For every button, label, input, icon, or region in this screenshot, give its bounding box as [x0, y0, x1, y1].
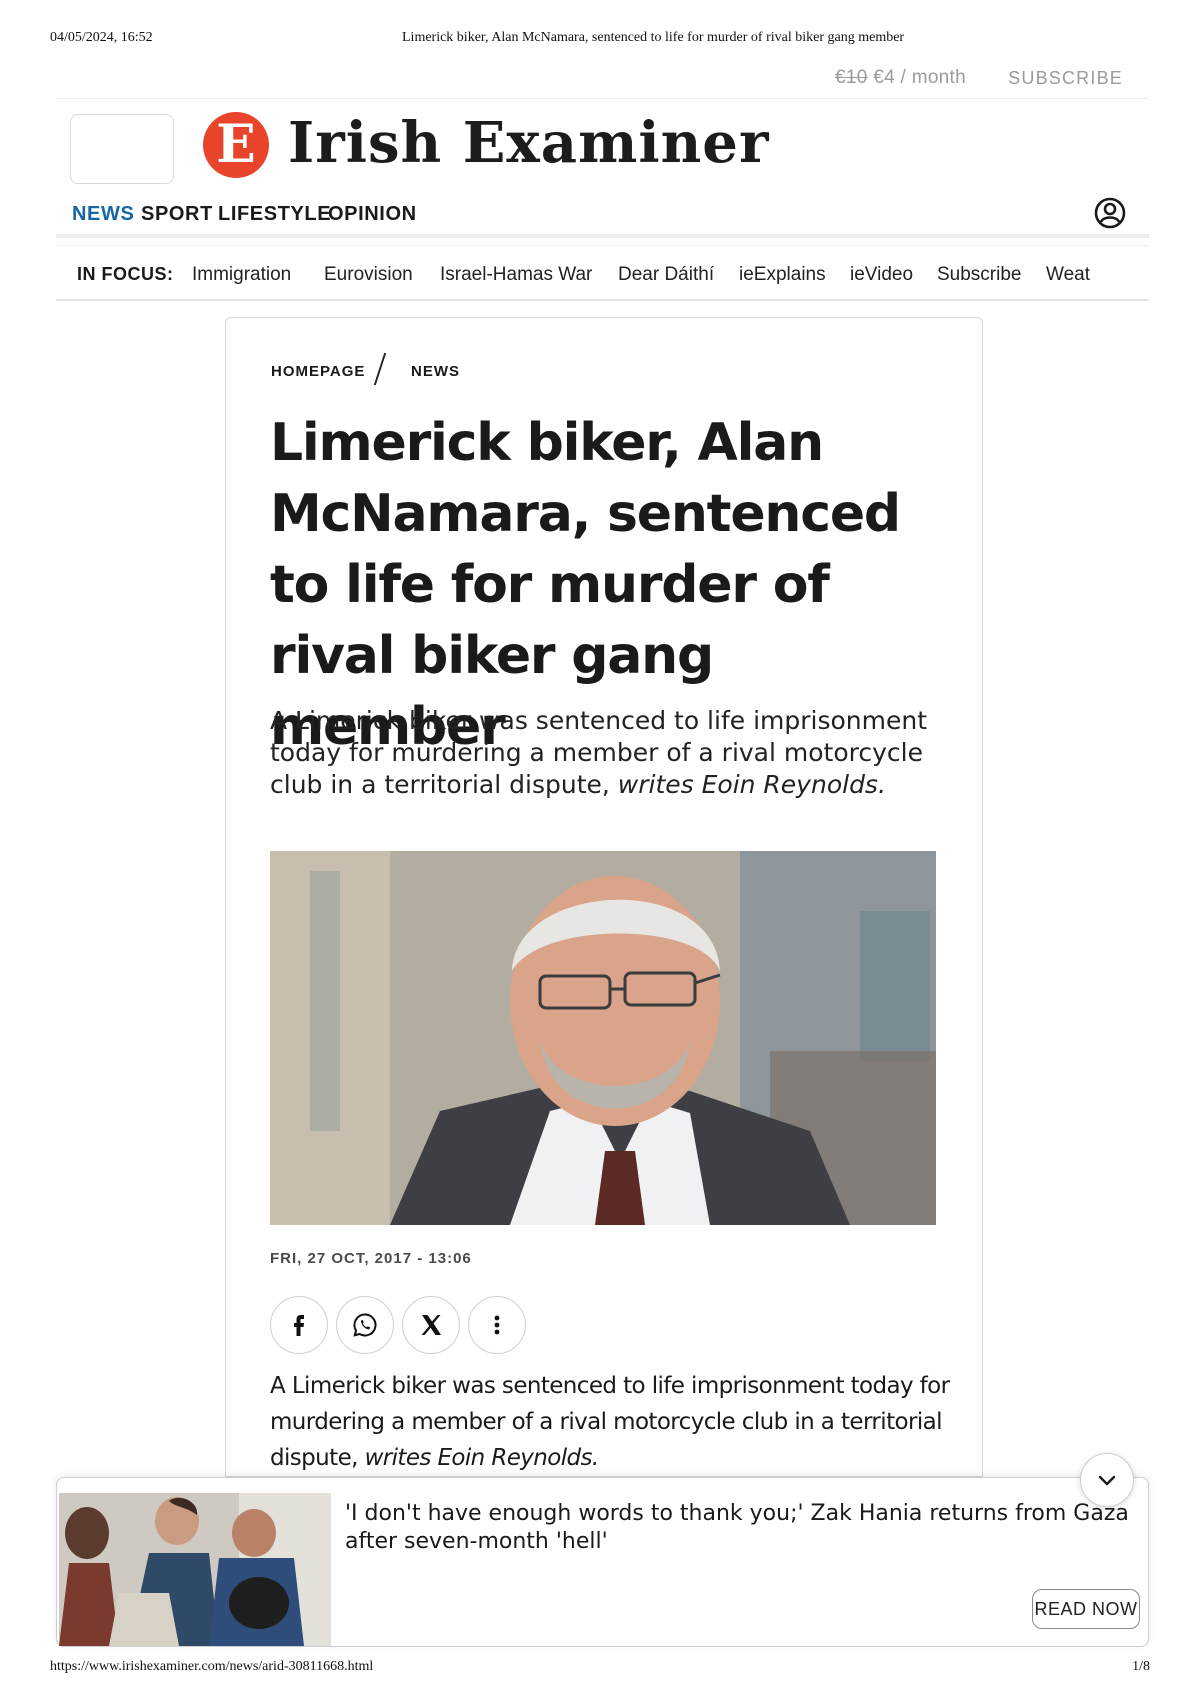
body-byline: writes Eoin Reynolds.	[364, 1445, 600, 1471]
subscribe-bar: €10 €4 / month SUBSCRIBE	[56, 65, 1149, 99]
user-icon[interactable]	[1093, 196, 1127, 230]
focus-item-eurovision[interactable]: Eurovision	[324, 264, 413, 286]
in-focus-bar: IN FOCUS: Immigration Eurovision Israel-…	[56, 245, 1149, 301]
recommended-story-title[interactable]: 'I don't have enough words to thank you;…	[345, 1500, 1141, 1556]
article-body-paragraph: A Limerick biker was sentenced to life i…	[270, 1368, 950, 1476]
breadcrumb-homepage[interactable]: HOMEPAGE	[271, 363, 365, 380]
facebook-icon	[294, 1315, 304, 1336]
standfirst-byline: writes Eoin Reynolds.	[617, 770, 886, 799]
subscription-price: €10 €4 / month	[835, 67, 966, 89]
logo-icon[interactable]: E	[203, 112, 269, 178]
print-url: https://www.irishexaminer.com/news/arid-…	[50, 1659, 374, 1674]
x-share-button[interactable]	[402, 1296, 460, 1354]
recommended-story-panel: 'I don't have enough words to thank you;…	[56, 1453, 1149, 1647]
old-price: €10	[835, 67, 868, 88]
subscribe-link[interactable]: SUBSCRIBE	[1008, 68, 1123, 89]
breadcrumb-news[interactable]: NEWS	[411, 363, 460, 380]
print-document-title: Limerick biker, Alan McNamara, sentenced…	[402, 30, 905, 45]
site-logo[interactable]: Irish Examiner	[288, 110, 769, 176]
focus-item-ievideo[interactable]: ieVideo	[850, 264, 913, 286]
breadcrumb-separator	[373, 353, 387, 385]
focus-item-ieexplains[interactable]: ieExplains	[739, 264, 826, 286]
read-now-button[interactable]: READ NOW	[1032, 1589, 1140, 1629]
article-hero-image	[270, 851, 936, 1225]
main-nav: NEWS SPORT LIFESTYLE OPINION	[56, 196, 1149, 238]
article-standfirst: A Limerick biker was sentenced to life i…	[270, 705, 950, 801]
nav-opinion[interactable]: OPINION	[328, 203, 417, 226]
masthead: E Irish Examiner	[56, 110, 1149, 192]
nav-news[interactable]: NEWS	[72, 203, 134, 226]
article-date: FRI, 27 OCT, 2017 - 13:06	[270, 1250, 472, 1267]
menu-button[interactable]	[70, 114, 174, 184]
recommended-story-image[interactable]	[59, 1493, 331, 1646]
chevron-down-icon	[1098, 1475, 1116, 1486]
print-page-number: 1/8	[1132, 1659, 1150, 1674]
focus-item-immigration[interactable]: Immigration	[192, 264, 291, 286]
print-header: 04/05/2024, 16:52 Limerick biker, Alan M…	[50, 30, 1150, 50]
print-footer: https://www.irishexaminer.com/news/arid-…	[50, 1659, 1150, 1679]
new-price: €4 / month	[873, 67, 966, 88]
focus-item-israel-hamas-war[interactable]: Israel-Hamas War	[440, 264, 592, 286]
whatsapp-icon	[353, 1313, 377, 1337]
collapse-panel-button[interactable]	[1080, 1453, 1134, 1507]
more-share-button[interactable]	[468, 1296, 526, 1354]
nav-sport[interactable]: SPORT	[141, 203, 213, 226]
nav-lifestyle[interactable]: LIFESTYLE	[218, 203, 331, 226]
focus-item-subscribe[interactable]: Subscribe	[937, 264, 1022, 286]
more-icon	[494, 1315, 500, 1335]
focus-item-dear-daithi[interactable]: Dear Dáithí	[618, 264, 714, 286]
facebook-share-button[interactable]	[270, 1296, 328, 1354]
print-date: 04/05/2024, 16:52	[50, 30, 153, 45]
whatsapp-share-button[interactable]	[336, 1296, 394, 1354]
in-focus-label: IN FOCUS:	[77, 264, 174, 284]
article-card: HOMEPAGE NEWS Limerick biker, Alan McNam…	[225, 317, 983, 1477]
focus-item-weather[interactable]: Weat	[1046, 264, 1090, 286]
x-icon	[421, 1315, 441, 1335]
